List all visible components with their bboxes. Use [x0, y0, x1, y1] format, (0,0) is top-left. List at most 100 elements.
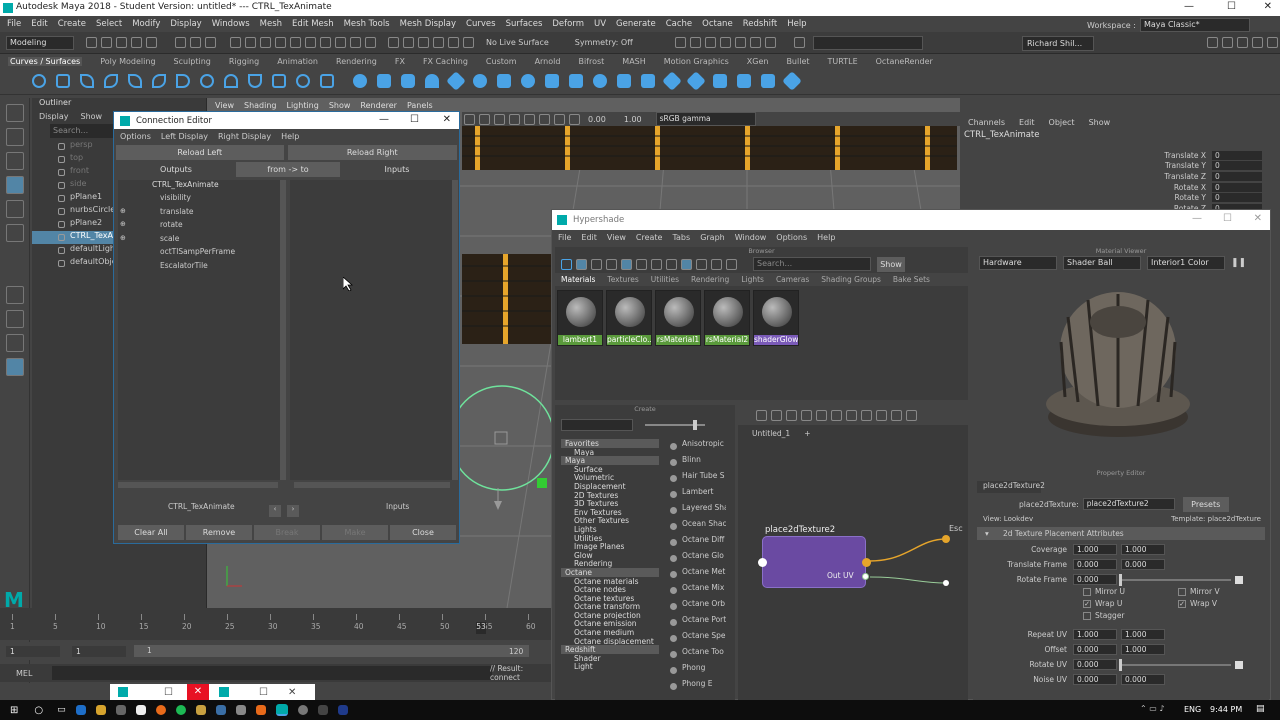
channel-value[interactable]: 0	[1212, 161, 1262, 171]
clear-icon[interactable]	[591, 258, 602, 270]
shelf-tab[interactable]: XGen	[747, 57, 769, 66]
symmetry-dropdown[interactable]: Symmetry: Off	[575, 38, 633, 47]
rearrange-icon[interactable]	[606, 258, 617, 270]
hs-menu-item[interactable]: Help	[817, 233, 835, 242]
outliner-menu-item[interactable]: Show	[81, 112, 103, 121]
shelf-tab[interactable]: TURTLE	[828, 57, 858, 66]
make-live-icon[interactable]	[463, 37, 474, 48]
checkbox-icon[interactable]: ✓	[1083, 600, 1091, 608]
hs-menu-item[interactable]: View	[607, 233, 626, 242]
rebuild-curve-icon[interactable]	[320, 73, 334, 88]
channel-value[interactable]: 0	[1212, 171, 1262, 181]
graph-remove-icon[interactable]	[846, 409, 857, 421]
pencil-curve-icon[interactable]	[152, 73, 166, 88]
property-node-tab[interactable]: place2dTexture2	[977, 481, 1045, 493]
blender-icon[interactable]	[255, 705, 266, 715]
menu-create[interactable]: Create	[58, 19, 86, 29]
render-icon[interactable]	[674, 37, 686, 48]
menu-edit-mesh[interactable]: Edit Mesh	[292, 19, 334, 29]
exposure-field[interactable]: 0.00	[588, 115, 606, 124]
shadows-icon[interactable]	[539, 113, 550, 125]
user-account-dropdown[interactable]: Richard Shil...	[1022, 36, 1094, 51]
shelf-tab[interactable]: FX	[395, 57, 405, 66]
shelf-tab[interactable]: Arnold	[535, 57, 561, 66]
browser-search[interactable]: Search...	[753, 257, 871, 271]
app2-icon[interactable]	[235, 705, 246, 715]
material-swatch[interactable]: particleClo...	[606, 290, 652, 346]
ce-menu-item[interactable]: Right Display	[218, 132, 271, 141]
restore-icon[interactable]: ☐	[164, 687, 173, 698]
create-subcategory[interactable]: Glow	[561, 551, 659, 560]
create-node[interactable]: Octane Spe	[668, 631, 726, 647]
menu-surfaces[interactable]: Surfaces	[506, 19, 543, 29]
property-value-a[interactable]: 0.000	[1073, 574, 1117, 585]
close-button[interactable]: ✕	[1264, 1, 1272, 12]
range-bar[interactable]: 1	[134, 645, 529, 657]
windows-start-icon[interactable]: ⊞	[10, 705, 18, 716]
reload-left-button[interactable]: Reload Left	[116, 145, 284, 160]
right-scrollbar[interactable]	[452, 180, 458, 480]
ep-curve-icon[interactable]	[104, 73, 118, 88]
channel-row[interactable]: Rotate Y 0	[960, 192, 1280, 203]
create-node[interactable]: Anisotropic	[668, 439, 726, 455]
clock[interactable]: 9:44 PM	[1210, 705, 1242, 714]
menu-octane[interactable]: Octane	[702, 19, 733, 29]
arc-icon[interactable]	[176, 73, 190, 88]
create-subcategory[interactable]: Octane nodes	[561, 585, 659, 594]
snap-surface-icon[interactable]	[290, 37, 301, 48]
textured-icon[interactable]	[509, 113, 520, 125]
create-node[interactable]: Phong	[668, 663, 726, 679]
slider-handle[interactable]	[1119, 573, 1122, 586]
graph-tab[interactable]: Untitled_1	[752, 429, 790, 438]
ce-break-button[interactable]: Break	[254, 525, 320, 540]
create-node[interactable]: Octane Glo	[668, 551, 726, 567]
four-view-icon[interactable]	[6, 310, 24, 328]
browser-tab[interactable]: Textures	[607, 275, 638, 284]
attribute-editor-icon[interactable]	[1222, 37, 1233, 48]
shelf-tab[interactable]: Motion Graphics	[664, 57, 729, 66]
viewport-menu-item[interactable]: Lighting	[286, 101, 318, 110]
browser-tab[interactable]: Materials	[561, 275, 595, 284]
create-subcategory[interactable]: Octane medium	[561, 628, 659, 637]
create-subcategory[interactable]: Shader	[561, 654, 659, 663]
create-node[interactable]: Octane Met	[668, 567, 726, 583]
graph-frame-icon[interactable]	[816, 409, 827, 421]
graph-clear-icon[interactable]	[801, 409, 812, 421]
property-slider[interactable]	[1119, 573, 1231, 586]
browser-tab[interactable]: Cameras	[776, 275, 809, 284]
create-node[interactable]: Phong E	[668, 679, 726, 695]
snap-edge-icon[interactable]	[320, 37, 331, 48]
language-indicator[interactable]: ENG	[1184, 705, 1201, 714]
sort-time-icon[interactable]	[711, 258, 722, 270]
menu-modify[interactable]: Modify	[132, 19, 160, 29]
snap-curve-icon[interactable]	[245, 37, 256, 48]
shelf-tab[interactable]: Rendering	[336, 57, 377, 66]
env-dropdown[interactable]: Interior1 Color	[1147, 255, 1225, 270]
edge-icon[interactable]	[75, 705, 86, 715]
nurbs-circle-shape[interactable]	[449, 385, 555, 491]
property-value-a[interactable]: 0.000	[1073, 659, 1117, 670]
shelf-tab[interactable]: Curves / Surfaces	[8, 56, 83, 66]
viewport-menu-item[interactable]: Panels	[407, 101, 433, 110]
node-graph[interactable]: Untitled_1 + place2dTexture2 Out UV Esc	[738, 405, 968, 701]
renderer-dropdown[interactable]: Hardware	[979, 255, 1057, 270]
range-slider[interactable]: 1 1 1 120	[0, 642, 552, 660]
channel-menu-item[interactable]: Show	[1089, 118, 1111, 127]
checkbox-icon[interactable]: ✓	[1178, 600, 1186, 608]
move-tool-icon[interactable]	[6, 176, 24, 194]
loft-icon[interactable]	[521, 73, 535, 88]
menu-curves[interactable]: Curves	[466, 19, 496, 29]
menu-select[interactable]: Select	[96, 19, 122, 29]
redo-icon[interactable]	[146, 37, 157, 48]
paint-select-icon[interactable]	[6, 152, 24, 170]
add-tab-icon[interactable]: +	[804, 429, 810, 438]
task-view-icon[interactable]: ▭	[57, 705, 66, 715]
checkbox-icon[interactable]	[1178, 588, 1186, 596]
material-swatch[interactable]: rsMaterial2	[704, 290, 750, 346]
rotate-tool-icon[interactable]	[6, 200, 24, 218]
history-icon[interactable]	[388, 37, 399, 48]
icon-size-slider[interactable]	[645, 420, 705, 430]
create-node[interactable]: Lambert	[668, 487, 726, 503]
browser-tab[interactable]: Bake Sets	[893, 275, 930, 284]
hs-menu-item[interactable]: File	[558, 233, 571, 242]
